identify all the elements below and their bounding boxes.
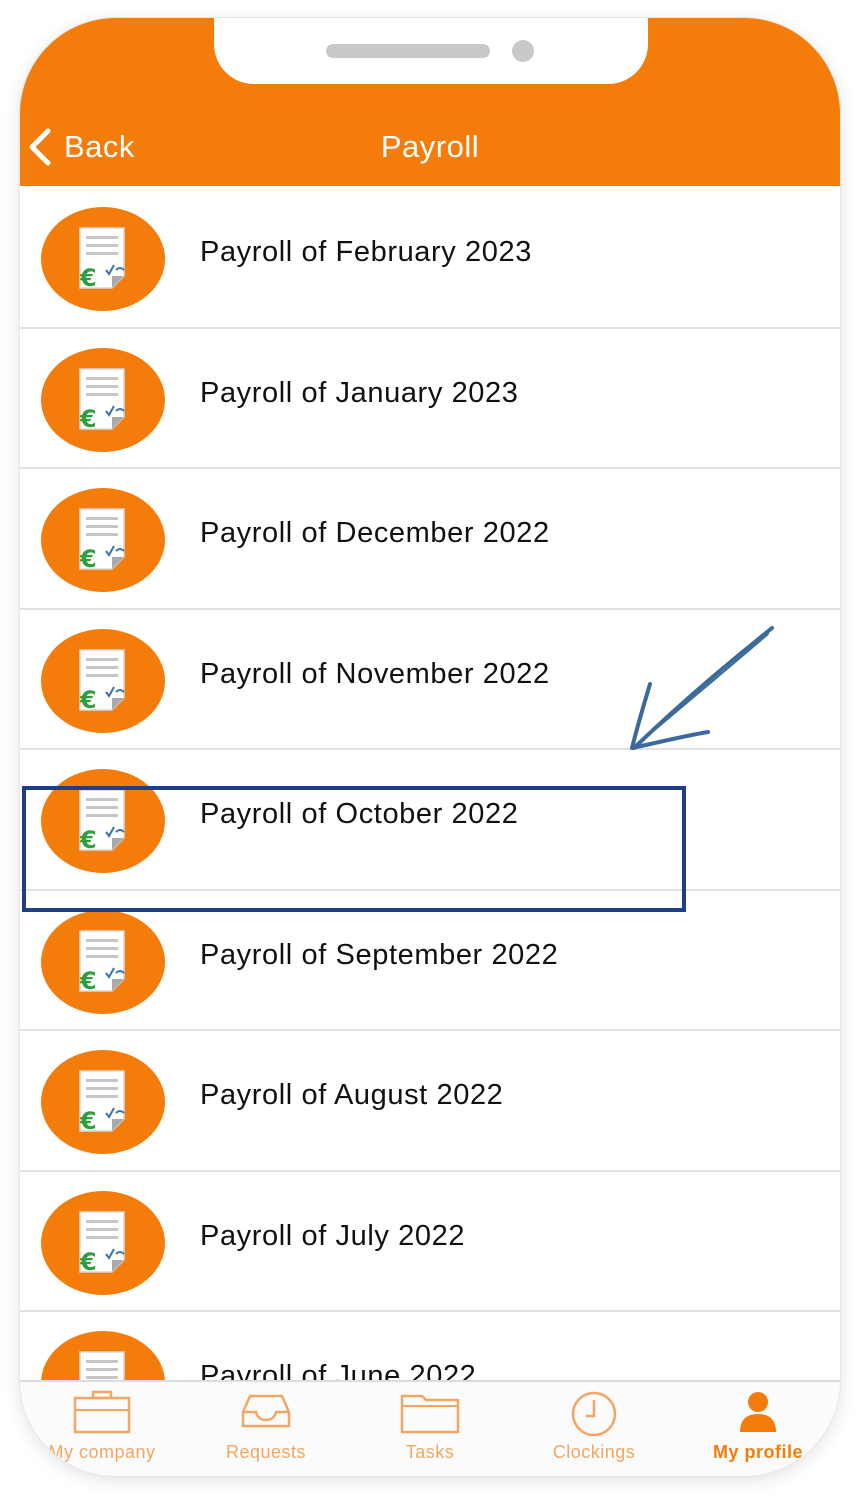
front-camera <box>512 40 534 62</box>
tab-my-company[interactable]: My company <box>20 1382 184 1476</box>
payroll-item-label: Payroll of November 2022 <box>200 657 550 690</box>
payroll-document-euro-icon: € <box>41 769 165 873</box>
tab-my-profile[interactable]: My profile <box>676 1382 840 1476</box>
payroll-document-euro-icon: € <box>41 488 165 592</box>
tab-label: Clockings <box>552 1442 636 1462</box>
svg-text:€: € <box>79 967 97 995</box>
payroll-list[interactable]: € Payroll of February 2023 € Payroll of … <box>20 188 840 1380</box>
folder-icon <box>400 1394 460 1434</box>
payroll-list-item-highlighted[interactable]: € Payroll of November 2022 <box>20 610 840 750</box>
svg-text:€: € <box>79 826 97 854</box>
payroll-document-euro-icon: € <box>41 1331 165 1380</box>
payroll-item-label: Payroll of July 2022 <box>200 1219 466 1252</box>
payroll-document-euro-icon: € <box>41 1050 165 1154</box>
svg-text:€: € <box>79 264 97 292</box>
payroll-item-label: Payroll of February 2023 <box>200 236 532 268</box>
tab-label: My profile <box>712 1442 803 1462</box>
payroll-item-label: Payroll of June 2022 <box>200 1360 477 1380</box>
tab-requests[interactable]: Requests <box>184 1382 348 1476</box>
speaker-grille <box>326 44 490 58</box>
inbox-tray-icon <box>241 1394 291 1428</box>
payroll-document-euro-icon: € <box>41 909 165 1014</box>
tab-tasks[interactable]: Tasks <box>348 1382 512 1476</box>
payroll-list-item[interactable]: € Payroll of January 2023 <box>20 329 840 469</box>
payroll-list-item[interactable]: € Payroll of February 2023 <box>20 188 840 329</box>
payroll-item-label: Payroll of October 2022 <box>200 798 519 830</box>
payroll-document-euro-icon: € <box>41 1190 165 1295</box>
payroll-document-euro-icon: € <box>41 207 165 311</box>
payroll-list-item[interactable]: € Payroll of October 2022 <box>20 750 840 891</box>
briefcase-icon <box>73 1390 131 1434</box>
payroll-list-item[interactable]: € Payroll of July 2022 <box>20 1172 840 1312</box>
payroll-item-label: Payroll of September 2022 <box>200 938 559 971</box>
tab-label: Requests <box>225 1442 307 1462</box>
svg-text:€: € <box>79 545 97 573</box>
payroll-list-item[interactable]: € Payroll of August 2022 <box>20 1031 840 1172</box>
device-notch <box>214 18 648 84</box>
payroll-document-euro-icon: € <box>41 347 165 452</box>
payroll-item-label: Payroll of December 2022 <box>200 517 550 549</box>
svg-text:€: € <box>79 1248 97 1276</box>
phone-frame: Back Payroll € Payroll of February 2023 <box>20 18 840 1476</box>
page-title: Payroll <box>380 129 480 164</box>
payroll-list-item[interactable]: € Payroll of December 2022 <box>20 469 840 610</box>
svg-text:€: € <box>79 405 97 433</box>
payroll-document-euro-icon: € <box>41 628 165 733</box>
payroll-item-label: Payroll of August 2022 <box>200 1079 504 1111</box>
payroll-list-item[interactable]: € Payroll of June 2022 <box>20 1312 840 1380</box>
tab-label: My company <box>48 1442 156 1462</box>
payroll-item-label: Payroll of January 2023 <box>200 376 519 409</box>
user-icon <box>740 1392 776 1432</box>
nav-header: Back Payroll <box>20 18 840 186</box>
svg-text:€: € <box>79 1107 97 1135</box>
clock-icon <box>571 1391 617 1437</box>
tab-label: Tasks <box>405 1442 455 1462</box>
payroll-list-item[interactable]: € Payroll of September 2022 <box>20 891 840 1031</box>
svg-text:€: € <box>79 686 97 714</box>
tab-clockings[interactable]: Clockings <box>512 1382 676 1476</box>
bottom-tab-bar: My company Requests Tasks Clockings My p… <box>20 1380 840 1476</box>
